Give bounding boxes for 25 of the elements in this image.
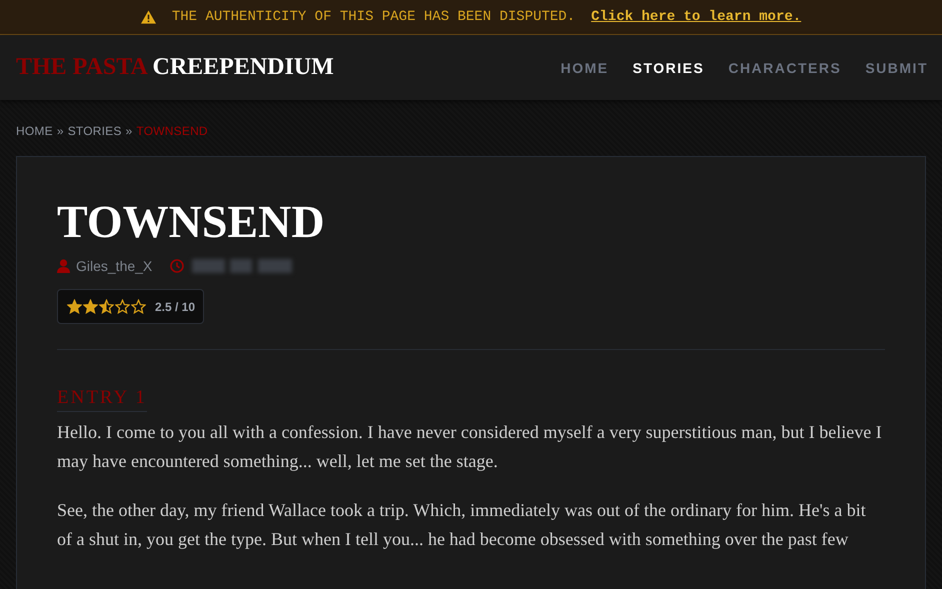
author-name[interactable]: Giles_the_X xyxy=(76,258,152,274)
nav-link[interactable]: HOME xyxy=(560,60,609,76)
site-logo[interactable]: THE PASTA CREEPENDIUM xyxy=(16,54,334,81)
empty-star-icon xyxy=(131,299,146,314)
nav-link[interactable]: CHARACTERS xyxy=(728,60,842,76)
learn-more-link[interactable]: Click here to learn more. xyxy=(591,9,802,25)
star-icon xyxy=(67,299,82,314)
breadcrumb-separator: » xyxy=(56,124,64,138)
nav-link[interactable]: STORIES xyxy=(632,60,704,76)
story-paragraph: See, the other day, my friend Wallace took a trip. Which, immediately was out of the ordinary for him. He's a bit of a shut in, you get the type. But when I tell you... he had become obsessed with something over the past few xyxy=(57,499,867,551)
story-paragraph: Hello. I come to you all with a confession. I have never considered myself a very superstitious man, but I believe I may have encountered something... well, let me set the stage. xyxy=(57,421,883,473)
clock-icon xyxy=(170,259,184,273)
rating-score: 2.5 / 10 xyxy=(155,300,196,314)
nav-link[interactable]: SUBMIT xyxy=(865,60,928,76)
breadcrumb-link[interactable]: HOME xyxy=(16,124,53,138)
breadcrumb-separator: » xyxy=(126,124,132,138)
breadcrumb-link[interactable]: STORIES xyxy=(68,124,122,138)
current-page-crumb: TOWNSEND xyxy=(136,124,208,138)
story-title: TOWNSEND xyxy=(57,195,326,249)
half-star-icon xyxy=(99,299,114,314)
dispute-notice: THE AUTHENTICITY OF THIS PAGE HAS BEEN DISPUTED. xyxy=(172,9,576,25)
warning-icon xyxy=(140,10,156,24)
empty-star-icon xyxy=(115,299,130,314)
user-icon xyxy=(57,259,70,273)
entry-heading: ENTRY 1 xyxy=(57,387,147,412)
